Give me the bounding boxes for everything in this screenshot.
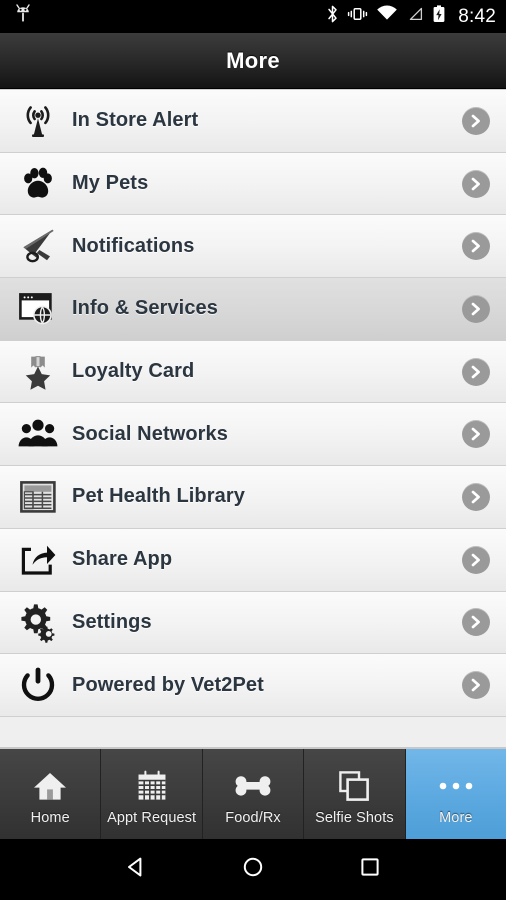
status-bar-clock: 8:42 (458, 5, 496, 27)
list-item-label: In Store Alert (72, 109, 199, 132)
megaphone-icon (10, 223, 66, 269)
recents-button[interactable] (348, 848, 392, 892)
tab-label: More (439, 809, 473, 826)
triangle-back-icon (123, 854, 149, 885)
bluetooth-icon (326, 4, 339, 29)
status-bar-right: 8:42 (326, 4, 496, 29)
ellipsis-icon (437, 767, 475, 805)
list-item-loyalty-card[interactable]: Loyalty Card (0, 340, 506, 404)
battery-charging-icon (432, 4, 446, 29)
chevron-right-icon[interactable] (462, 608, 490, 637)
list-item-social-networks[interactable]: Social Networks (0, 403, 506, 467)
chevron-right-icon[interactable] (462, 169, 490, 198)
stacked-photos-icon (338, 767, 370, 805)
people-group-icon (10, 411, 66, 457)
tab-label: Food/Rx (225, 809, 281, 826)
tab-label: Appt Request (107, 809, 197, 826)
calendar-icon (136, 767, 168, 805)
status-bar-left (14, 4, 32, 29)
tab-label: Selfie Shots (315, 809, 394, 826)
list-item-powered-by-vet2pet[interactable]: Powered by Vet2Pet (0, 654, 506, 717)
bone-icon (233, 767, 273, 805)
list-item-label: Info & Services (72, 297, 219, 320)
status-bar: 8:42 (0, 0, 506, 33)
more-menu-list: In Store Alert My Pets Notifications Inf… (0, 89, 506, 747)
vibrate-icon (347, 4, 368, 29)
chevron-right-icon[interactable] (462, 232, 490, 261)
chevron-right-icon[interactable] (462, 294, 490, 323)
chevron-right-icon[interactable] (462, 106, 490, 135)
tab-food-rx[interactable]: Food/Rx (202, 749, 305, 839)
android-robot-icon (14, 4, 32, 29)
list-item-label: Share App (72, 548, 173, 571)
home-button[interactable] (231, 848, 275, 892)
chevron-right-icon[interactable] (462, 545, 490, 574)
circle-home-icon (240, 854, 266, 885)
chevron-right-icon[interactable] (462, 357, 490, 386)
phone-screen: 8:42 More In Store Alert My Pets Notific… (0, 0, 506, 900)
list-item-label: Powered by Vet2Pet (72, 673, 264, 696)
android-nav-bar (0, 839, 506, 900)
bottom-tab-bar: Home Appt Request Food/Rx Selfie Shots M… (0, 747, 506, 839)
share-arrow-icon (10, 537, 66, 583)
medal-star-icon (10, 349, 66, 395)
back-button[interactable] (114, 848, 158, 892)
tab-selfie-shots[interactable]: Selfie Shots (304, 749, 406, 839)
list-item-pet-health-library[interactable]: Pet Health Library (0, 466, 506, 529)
broadcast-antenna-icon (10, 98, 66, 144)
wifi-icon (376, 4, 398, 29)
list-item-share-app[interactable]: Share App (0, 528, 506, 592)
list-item-label: My Pets (72, 172, 149, 195)
list-item-label: Pet Health Library (72, 485, 245, 508)
chevron-right-icon[interactable] (462, 671, 490, 700)
page-title: More (226, 47, 280, 73)
tab-label: Home (30, 809, 70, 826)
list-item-in-store-alert[interactable]: In Store Alert (0, 90, 506, 153)
tab-appt-request[interactable]: Appt Request (101, 749, 203, 839)
gears-icon (10, 599, 66, 645)
house-icon (33, 767, 67, 805)
paw-print-icon (10, 161, 66, 207)
list-item-my-pets[interactable]: My Pets (0, 152, 506, 216)
list-item-label: Notifications (72, 234, 195, 257)
list-item-label: Loyalty Card (72, 360, 195, 383)
list-item-label: Social Networks (72, 422, 229, 445)
list-item-label: Settings (72, 610, 152, 633)
tab-more[interactable]: More (405, 749, 506, 839)
list-item-info-and-services[interactable]: Info & Services (0, 278, 506, 341)
chevron-right-icon[interactable] (462, 420, 490, 449)
browser-globe-icon (10, 286, 66, 332)
list-item-notifications[interactable]: Notifications (0, 215, 506, 279)
list-item-settings[interactable]: Settings (0, 591, 506, 655)
spreadsheet-table-icon (10, 474, 66, 520)
app-title-bar: More (0, 33, 506, 89)
square-recents-icon (357, 854, 383, 885)
cellular-signal-icon (406, 4, 424, 29)
tab-home[interactable]: Home (0, 749, 102, 839)
chevron-right-icon[interactable] (462, 482, 490, 511)
power-button-icon (10, 662, 66, 708)
